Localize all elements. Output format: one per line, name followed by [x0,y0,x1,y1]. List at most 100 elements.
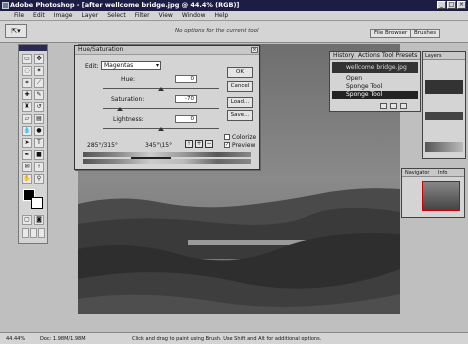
notes-icon[interactable]: ✉ [22,162,32,172]
colorize-label: Colorize [232,134,257,141]
history-brush-icon[interactable]: ↺ [34,102,44,112]
preview-checkbox[interactable]: ✓ [224,142,230,148]
move-icon[interactable]: ✥ [34,54,44,64]
background-color-swatch[interactable] [31,197,43,209]
layer-gradient-row[interactable] [425,142,463,152]
range-right-readout: 345°\15° [145,142,173,149]
type-icon[interactable]: T [34,138,44,148]
shape-icon[interactable]: ■ [34,150,44,160]
marquee-icon[interactable]: ▭ [22,54,32,64]
sponge-icon[interactable]: ● [34,126,44,136]
history-tabs: History Actions Tool Presets [330,52,420,60]
magic-wand-icon[interactable]: ✶ [34,66,44,76]
toolbox-header [19,45,47,51]
snapshot-icon[interactable] [390,103,397,109]
title-bar: Adobe Photoshop - [after wellcome bridge… [0,0,468,11]
navigator-thumbnail[interactable] [422,181,460,211]
layer-thumbnail-row[interactable] [425,80,463,94]
hue-slider-thumb[interactable] [158,87,164,91]
lightness-slider-thumb[interactable] [158,127,164,131]
tab-layers[interactable]: Layers [425,53,442,59]
close-icon[interactable]: × [457,1,466,9]
screen-mode-full-menu-icon[interactable] [30,228,37,238]
menu-layer[interactable]: Layer [81,12,98,20]
dialog-close-icon[interactable]: × [251,47,258,53]
tab-info[interactable]: Info [438,169,447,177]
ok-button[interactable]: OK [227,67,253,78]
menu-file[interactable]: File [14,12,24,20]
layers-panel: Layers [422,51,466,159]
stamp-icon[interactable]: ♜ [22,102,32,112]
tab-actions[interactable]: Actions [358,52,380,59]
tool-preset-picker[interactable]: ⇱▾ [5,24,27,38]
history-footer [380,103,418,110]
standard-mode-icon[interactable]: ▢ [22,215,32,225]
menu-window[interactable]: Window [182,12,206,20]
menu-help[interactable]: Help [215,12,229,20]
zoom-readout[interactable]: 44.44% [6,336,25,342]
lasso-icon[interactable]: ◌ [22,66,32,76]
eyedropper-plus-icon[interactable]: + [195,140,203,148]
history-item-open[interactable]: Open [332,75,418,83]
layer-row[interactable] [425,112,463,120]
menu-filter[interactable]: Filter [135,12,150,20]
healing-brush-icon[interactable]: ✚ [22,90,32,100]
minimize-icon[interactable]: _ [437,1,446,9]
new-document-icon[interactable] [380,103,387,109]
lightness-label: Lightness: [113,116,144,123]
colorize-checkbox[interactable] [224,134,230,140]
window-controls: _ □ × [437,1,466,9]
cancel-button[interactable]: Cancel [227,81,253,92]
history-snapshot[interactable]: wellcome bridge.jpg [332,62,418,73]
pen-icon[interactable]: ✒ [22,150,32,160]
saturation-label: Saturation: [111,96,145,103]
options-hint: No options for the current tool [175,28,259,34]
zoom-icon[interactable]: ⚲ [34,174,44,184]
slice-icon[interactable]: ⟋ [34,78,44,88]
load-button[interactable]: Load... [227,97,253,108]
hand-icon[interactable]: ✋ [22,174,32,184]
tab-file-browser[interactable]: File Browser [370,29,412,38]
tab-brushes[interactable]: Brushes [410,29,441,38]
doc-size[interactable]: Doc: 1.98M/1.98M [40,336,86,342]
menu-view[interactable]: View [159,12,173,20]
maximize-icon[interactable]: □ [447,1,456,9]
tab-navigator[interactable]: Navigator [405,169,429,177]
screen-mode-full-icon[interactable] [38,228,45,238]
menu-image[interactable]: Image [54,12,73,20]
edit-label: Edit: [85,63,99,70]
menu-edit[interactable]: Edit [33,12,45,20]
saturation-slider-thumb[interactable] [117,107,123,111]
gradient-icon[interactable]: ▤ [34,114,44,124]
quick-mask-icon[interactable]: ◙ [34,215,44,225]
lightness-input[interactable]: 0 [175,115,197,123]
brush-icon[interactable]: ✎ [34,90,44,100]
hue-range-selector[interactable] [131,157,171,159]
trash-icon[interactable] [400,103,407,109]
eyedropper-icon[interactable]: ⟊ [34,162,44,172]
eraser-icon[interactable]: ▱ [22,114,32,124]
save-button[interactable]: Save... [227,110,253,121]
eyedropper-icon[interactable]: ⟊ [185,140,193,148]
history-item-sponge-2[interactable]: Sponge Tool [332,91,418,99]
history-panel: History Actions Tool Presets wellcome br… [329,51,421,112]
blur-icon[interactable]: 💧 [22,126,32,136]
history-item-sponge-1[interactable]: Sponge Tool [332,83,418,91]
screen-mode-standard-icon[interactable] [22,228,29,238]
tab-history[interactable]: History [333,52,354,59]
edit-dropdown-value: Magentas [104,62,134,69]
path-selection-icon[interactable]: ➤ [22,138,32,148]
hue-input[interactable]: 0 [175,75,197,83]
edit-dropdown[interactable]: Magentas ▾ [101,61,161,70]
chevron-down-icon: ▾ [155,62,159,69]
menu-select[interactable]: Select [107,12,126,20]
tab-tool-presets[interactable]: Tool Presets [382,52,417,59]
eyedropper-minus-icon[interactable]: − [205,140,213,148]
saturation-input[interactable]: -70 [175,95,197,103]
crop-icon[interactable]: ⌗ [22,78,32,88]
dialog-title: Hue/Saturation [75,46,259,55]
status-bar: 44.44% Doc: 1.98M/1.98M Click and drag t… [0,332,468,344]
hue-saturation-dialog: Hue/Saturation × Edit: Magentas ▾ Hue: 0… [74,45,260,170]
history-item-label: Sponge Tool [346,83,383,90]
history-item-label: Sponge Tool [346,91,383,98]
